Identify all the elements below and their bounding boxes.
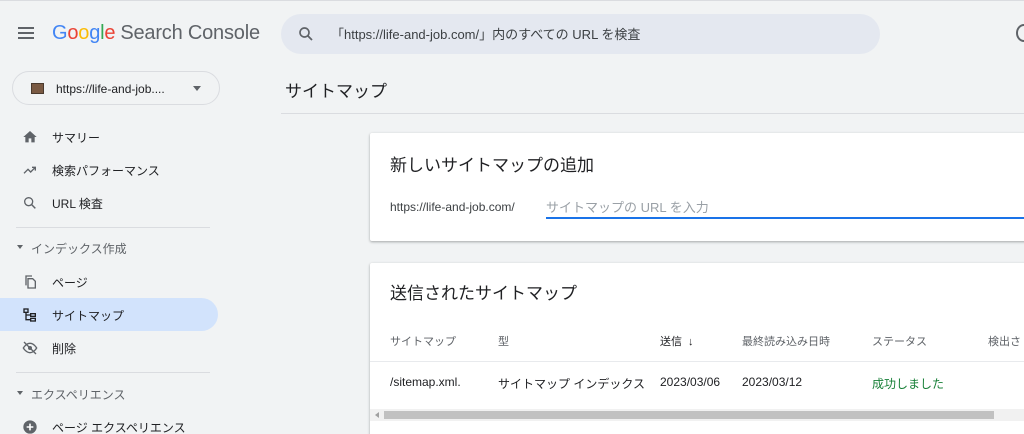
sidebar-item-label: 削除	[52, 342, 77, 356]
pages-icon	[25, 275, 36, 289]
trending-up-icon	[23, 166, 36, 174]
page-title: サイトマップ	[285, 82, 387, 101]
url-prefix: https://life-and-job.com/	[390, 200, 515, 214]
site-favicon-icon	[31, 83, 44, 94]
sidebar-divider	[16, 227, 210, 228]
section-index[interactable]: インデックス作成	[0, 236, 218, 260]
home-icon	[23, 131, 37, 143]
scrollbar-thumb[interactable]	[384, 411, 994, 419]
sidebar-item-label: サマリー	[52, 131, 101, 145]
sidebar-divider	[16, 372, 210, 373]
url-inspection-search[interactable]	[281, 14, 880, 54]
sidebar-item-label: URL 検査	[52, 197, 103, 211]
column-header-type[interactable]: 型	[498, 333, 509, 349]
sidebar-item-pages[interactable]: ページ	[0, 265, 218, 298]
sidebar-item-sitemaps[interactable]: サイトマップ	[0, 298, 218, 331]
logo-letter: e	[104, 22, 116, 44]
app-logo[interactable]: Google Search Console	[52, 22, 260, 45]
sidebar-item-label: 検索パフォーマンス	[52, 164, 160, 178]
add-sitemap-card: 新しいサイトマップの追加 https://life-and-job.com/	[370, 133, 1024, 241]
column-header-sitemap[interactable]: サイトマップ	[390, 333, 456, 349]
logo-suffix: Search Console	[120, 22, 260, 44]
card-title: 送信されたサイトマップ	[390, 284, 577, 303]
sidebar-item-removals[interactable]: 削除	[0, 331, 218, 364]
logo-letter: o	[78, 22, 90, 44]
section-experience[interactable]: エクスペリエンス	[0, 382, 218, 406]
sidebar-item-summary[interactable]: サマリー	[0, 120, 218, 153]
column-header-submitted[interactable]: 送信 ↓	[660, 333, 694, 349]
section-label: エクスペリエンス	[31, 388, 126, 402]
visibility-off-icon	[22, 341, 38, 355]
horizontal-scrollbar[interactable]	[370, 409, 1024, 421]
sidebar-item-label: ページ エクスペリエンス	[52, 421, 186, 434]
scroll-left-icon[interactable]	[375, 412, 379, 418]
submitted-sitemaps-card: 送信されたサイトマップ サイトマップ 型 送信 ↓ 最終読み込み日時 ステータス …	[370, 263, 1024, 434]
add-circle-icon	[23, 420, 37, 434]
top-app-bar: Google Search Console	[0, 0, 1024, 66]
status-badge: 成功しました	[872, 377, 945, 391]
table-cell: 2023/03/12	[742, 375, 803, 389]
table-cell: サイトマップ インデックス	[498, 377, 645, 391]
column-header-last-read[interactable]: 最終読み込み日時	[742, 333, 830, 349]
caret-down-icon	[17, 391, 23, 395]
logo-letter: g	[89, 22, 101, 44]
logo-letter: o	[67, 22, 79, 44]
table-cell: 2023/03/06	[660, 375, 721, 389]
sidebar-item-page-experience[interactable]: ページ エクスペリエンス	[0, 410, 218, 434]
arrow-down-icon: ↓	[688, 336, 694, 348]
table-cell: /sitemap.xml.	[390, 375, 461, 389]
column-header-status[interactable]: ステータス	[872, 333, 927, 349]
sidebar-item-label: ページ	[52, 276, 88, 290]
search-icon	[23, 197, 36, 209]
sidebar-item-url-inspection[interactable]: URL 検査	[0, 186, 218, 219]
title-divider	[281, 113, 1024, 114]
sidebar-item-performance[interactable]: 検索パフォーマンス	[0, 153, 218, 186]
caret-down-icon	[193, 86, 201, 91]
sitemap-url-input[interactable]	[546, 197, 1024, 219]
menu-icon[interactable]	[18, 24, 38, 42]
card-title: 新しいサイトマップの追加	[390, 156, 594, 175]
logo-letter: G	[52, 22, 68, 44]
property-selector[interactable]: https://life-and-job....	[12, 71, 220, 105]
section-label: インデックス作成	[31, 242, 127, 256]
top-border	[0, 0, 1024, 1]
sidebar-item-label: サイトマップ	[52, 309, 125, 323]
help-icon[interactable]	[1016, 24, 1024, 42]
property-label: https://life-and-job....	[56, 82, 165, 96]
column-header-label: 送信	[660, 336, 682, 348]
search-input[interactable]	[331, 14, 861, 54]
column-header-discovered[interactable]: 検出さ	[988, 333, 1021, 349]
search-icon[interactable]	[297, 25, 315, 43]
caret-down-icon	[17, 245, 23, 249]
sitemap-icon	[23, 308, 36, 322]
